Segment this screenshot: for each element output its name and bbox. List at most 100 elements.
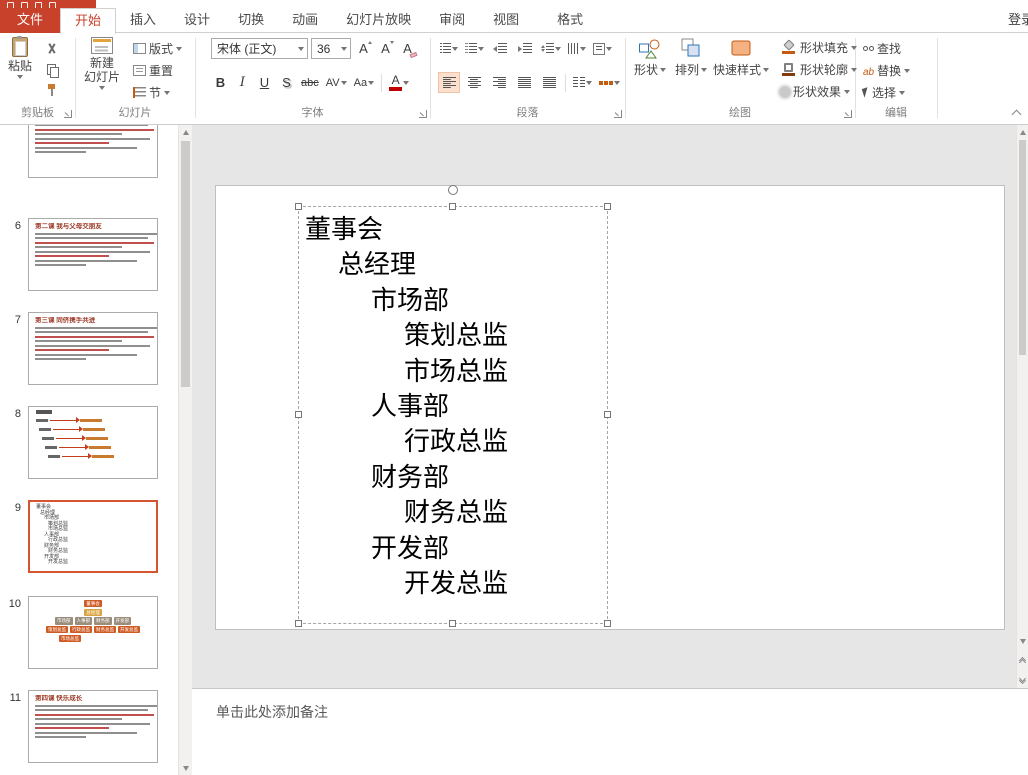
paste-button[interactable]: 粘贴 — [3, 35, 37, 79]
shapes-button[interactable]: 形状 — [631, 36, 669, 77]
slide-thumbnail-7[interactable]: 7第三课 同侪携手共进 — [0, 312, 178, 385]
font-dialog-launcher-icon[interactable] — [419, 110, 427, 118]
distribute-button[interactable] — [538, 72, 560, 93]
sign-in-label[interactable]: 登录 — [1008, 8, 1028, 32]
slide-text-line[interactable]: 策划总监 — [299, 319, 607, 354]
tab-动画[interactable]: 动画 — [278, 8, 332, 33]
shape-effects-button[interactable]: 形状效果 — [778, 82, 859, 101]
increase-font-size-button[interactable] — [354, 39, 373, 59]
slide-text-line[interactable]: 财务总监 — [299, 496, 607, 531]
slide-text-line[interactable]: 财务部 — [299, 461, 607, 496]
quick-access-toolbar[interactable] — [0, 0, 96, 8]
section-button[interactable]: 节 — [131, 83, 184, 102]
resize-handle-s[interactable] — [449, 620, 456, 627]
align-left-button[interactable] — [438, 72, 460, 93]
tab-幻灯片放映[interactable]: 幻灯片放映 — [332, 8, 425, 33]
italic-button[interactable]: I — [233, 72, 252, 93]
select-button[interactable]: 选择 — [861, 83, 912, 102]
bullets-button[interactable] — [438, 38, 460, 59]
resize-handle-se[interactable] — [604, 620, 611, 627]
text-shadow-button[interactable]: S — [277, 72, 296, 93]
paragraph-dialog-launcher-icon[interactable] — [614, 110, 622, 118]
line-spacing-button[interactable] — [539, 38, 563, 59]
tab-插入[interactable]: 插入 — [116, 8, 170, 33]
strikethrough-button[interactable]: abc — [299, 72, 321, 93]
tab-审阅[interactable]: 审阅 — [425, 8, 479, 33]
slide-thumbnail-11[interactable]: 11第四课 快乐成长 — [0, 690, 178, 763]
columns-button[interactable] — [571, 72, 594, 93]
decrease-indent-button[interactable] — [489, 38, 511, 59]
align-center-button[interactable] — [463, 72, 485, 93]
copy-button[interactable] — [42, 61, 62, 78]
resize-handle-ne[interactable] — [604, 203, 611, 210]
main-vertical-scrollbar[interactable] — [1016, 125, 1028, 688]
align-right-button[interactable] — [488, 72, 510, 93]
thumbnail-scrollbar-thumb[interactable] — [181, 141, 190, 387]
resize-handle-sw[interactable] — [295, 620, 302, 627]
replace-button[interactable]: 替换 — [861, 61, 912, 80]
selected-text-box[interactable]: 董事会总经理市场部策划总监市场总监人事部行政总监财务部财务总监开发部开发总监 — [298, 206, 608, 624]
tab-开始[interactable]: 开始 — [60, 8, 116, 34]
tab-视图[interactable]: 视图 — [479, 8, 533, 33]
scroll-up-button[interactable] — [1017, 125, 1028, 139]
shape-outline-button[interactable]: 形状轮廓 — [778, 60, 859, 79]
thumbnail-scrollbar[interactable] — [178, 125, 192, 775]
decrease-font-size-button[interactable] — [376, 39, 395, 59]
tab-设计[interactable]: 设计 — [170, 8, 224, 33]
next-slide-button[interactable] — [1017, 672, 1028, 686]
convert-to-smartart-button[interactable] — [597, 72, 622, 93]
slide-text-line[interactable]: 行政总监 — [299, 425, 607, 460]
find-button[interactable]: 查找 — [861, 39, 912, 58]
reset-button[interactable]: 重置 — [131, 61, 184, 80]
justify-button[interactable] — [513, 72, 535, 93]
slide-text-line[interactable]: 董事会 — [299, 213, 607, 248]
change-case-button[interactable]: Aa — [352, 72, 376, 93]
font-color-button[interactable]: A — [387, 72, 411, 93]
underline-button[interactable]: U — [255, 72, 274, 93]
font-name-select[interactable]: 宋体 (正文) — [211, 38, 308, 59]
slide-thumbnail-8[interactable]: 8 — [0, 406, 178, 479]
slide-text-line[interactable]: 市场总监 — [299, 355, 607, 390]
slide-canvas[interactable]: 董事会总经理市场部策划总监市场总监人事部行政总监财务部财务总监开发部开发总监 — [215, 185, 1005, 630]
resize-handle-nw[interactable] — [295, 203, 302, 210]
slide-thumbnail-5[interactable]: 5第一课 爱在屋檐下 — [0, 125, 178, 178]
slide-text-line[interactable]: 总经理 — [299, 248, 607, 283]
increase-indent-button[interactable] — [514, 38, 536, 59]
clipboard-dialog-launcher-icon[interactable] — [64, 110, 72, 118]
slide-text-line[interactable]: 开发部 — [299, 532, 607, 567]
previous-slide-button[interactable] — [1017, 654, 1028, 668]
tab-文件[interactable]: 文件 — [0, 8, 60, 33]
tab-切换[interactable]: 切换 — [224, 8, 278, 33]
thumbnail-scroll-down-button[interactable] — [179, 761, 192, 775]
resize-handle-n[interactable] — [449, 203, 456, 210]
text-direction-button[interactable] — [566, 38, 588, 59]
notes-pane[interactable]: 单击此处添加备注 — [192, 688, 1028, 775]
numbering-button[interactable] — [463, 38, 486, 59]
slide-text-line[interactable]: 市场部 — [299, 284, 607, 319]
shape-fill-button[interactable]: 形状填充 — [778, 38, 859, 57]
notes-placeholder[interactable]: 单击此处添加备注 — [216, 702, 1028, 722]
resize-handle-w[interactable] — [295, 411, 302, 418]
slide-thumbnail-9[interactable]: 9董事会总经理市场部策划总监市场总监人事部行政总监财务部财务总监开发部开发总监 — [0, 500, 178, 573]
slide-text-line[interactable]: 开发总监 — [299, 567, 607, 602]
format-painter-button[interactable] — [42, 82, 62, 99]
slide-thumbnail-10[interactable]: 10董事会总经理市场部人事部财务部开发部策划总监行政总监财务总监开发总监市场总监 — [0, 596, 178, 669]
align-text-button[interactable] — [591, 38, 614, 59]
new-slide-button[interactable]: 新建 幻灯片 — [78, 35, 126, 90]
rotation-handle[interactable] — [448, 185, 458, 195]
drawing-dialog-launcher-icon[interactable] — [844, 110, 852, 118]
tab-格式[interactable]: 格式 — [543, 8, 597, 33]
character-spacing-button[interactable]: AV — [324, 72, 349, 93]
cut-button[interactable] — [42, 40, 62, 57]
quick-styles-button[interactable]: 快速样式 — [713, 36, 769, 77]
font-size-select[interactable]: 36 — [311, 38, 351, 59]
layout-button[interactable]: 版式 — [131, 39, 184, 58]
collapse-ribbon-icon[interactable] — [1012, 110, 1022, 120]
slide-thumbnail-6[interactable]: 6第二课 我与父母交朋友 — [0, 218, 178, 291]
bold-button[interactable]: B — [211, 72, 230, 93]
slide-text-line[interactable]: 人事部 — [299, 390, 607, 425]
main-scrollbar-thumb[interactable] — [1019, 140, 1026, 355]
scroll-down-button[interactable] — [1017, 634, 1028, 648]
arrange-button[interactable]: 排列 — [672, 36, 710, 77]
thumbnail-scroll-up-button[interactable] — [179, 125, 192, 139]
